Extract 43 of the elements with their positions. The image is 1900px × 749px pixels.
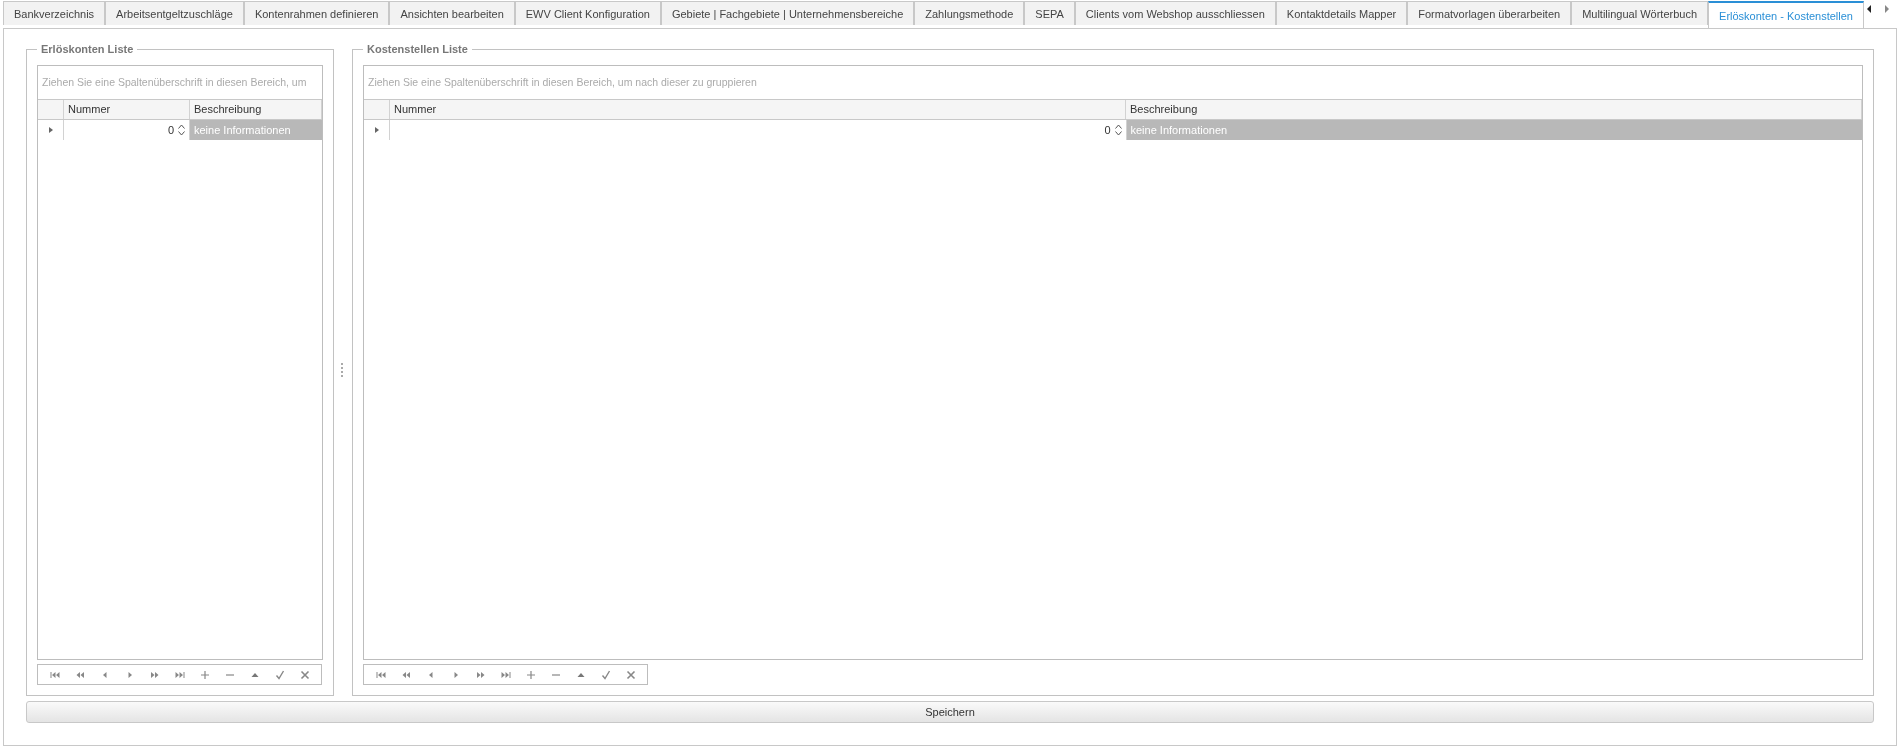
column-header[interactable]: Beschreibung xyxy=(190,100,322,119)
spin-icon[interactable] xyxy=(178,124,185,136)
tab[interactable]: Clients vom Webshop ausschliessen xyxy=(1074,1,1276,25)
save-button[interactable]: Speichern xyxy=(26,701,1874,723)
group-title: Erlöskonten Liste xyxy=(40,43,135,55)
last-record-icon xyxy=(174,669,185,680)
plus-icon xyxy=(525,669,536,680)
first-record-icon xyxy=(49,669,60,680)
number-value[interactable]: 0 xyxy=(167,124,174,136)
tab[interactable]: Kontenrahmen definieren xyxy=(243,1,390,25)
last-record-icon xyxy=(500,669,511,680)
group-title: Kostenstellen Liste xyxy=(366,43,469,55)
tab[interactable]: Multilingual Wörterbuch xyxy=(1571,1,1709,25)
tab[interactable]: SEPA xyxy=(1024,1,1075,25)
cross-icon xyxy=(299,669,310,680)
tab[interactable]: Ansichten bearbeiten xyxy=(389,1,515,25)
column-header[interactable]: Nummer xyxy=(64,100,190,119)
tab[interactable]: Zahlungsmethode xyxy=(914,1,1025,25)
double-right-arrow-icon xyxy=(475,669,486,680)
column-header[interactable]: Beschreibung xyxy=(1126,100,1862,119)
checkmark-icon xyxy=(274,669,285,680)
double-left-arrow-icon xyxy=(400,669,411,680)
scroll-left-icon[interactable] xyxy=(1866,5,1872,13)
tab[interactable]: Formatvorlagen überarbeiten xyxy=(1407,1,1572,25)
tab[interactable]: Bankverzeichnis xyxy=(3,1,106,25)
splitter-handle[interactable] xyxy=(341,362,345,377)
plus-icon xyxy=(199,669,210,680)
table-cell: keine Informationen xyxy=(190,120,322,140)
spin-icon[interactable] xyxy=(1114,124,1122,136)
tab[interactable]: Erlöskonten - Kostenstellen xyxy=(1708,1,1864,28)
column-header[interactable]: Nummer xyxy=(390,100,1126,119)
double-left-arrow-icon xyxy=(74,669,85,680)
tab[interactable]: Gebiete | Fachgebiete | Unternehmensbereiche xyxy=(660,1,915,25)
checkmark-icon xyxy=(600,669,611,680)
tab[interactable]: Arbeitsentgeltzuschläge xyxy=(105,1,244,25)
cross-icon xyxy=(625,669,636,680)
number-value[interactable]: 0 xyxy=(1104,124,1111,136)
tab[interactable]: EWV Client Konfiguration xyxy=(514,1,661,25)
table-cell: keine Informationen xyxy=(1126,120,1862,140)
first-record-icon xyxy=(375,669,386,680)
tab[interactable]: Kontaktdetails Mapper xyxy=(1275,1,1408,25)
double-right-arrow-icon xyxy=(149,669,160,680)
scroll-right-icon[interactable] xyxy=(1884,5,1890,13)
